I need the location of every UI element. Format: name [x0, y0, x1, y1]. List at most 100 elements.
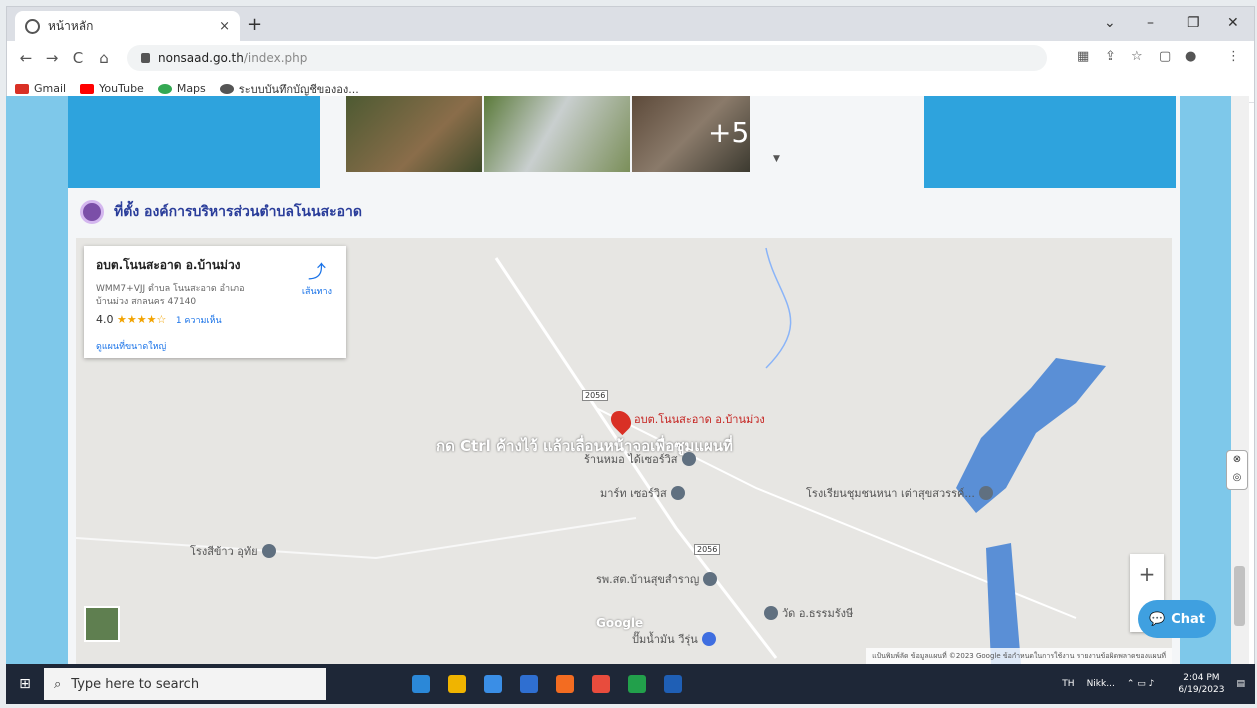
stream [765, 247, 792, 369]
translate-icon[interactable]: ▦ [1077, 49, 1089, 64]
zoom-hint-message: กด Ctrl ค้างไว้ แล้วเลื่อนหน้าจอเพื่อซูม… [436, 437, 733, 455]
bookmark-label: Gmail [34, 82, 67, 95]
map-pin[interactable]: วัด อ.ธรรมรังษี [764, 604, 853, 622]
bookmark-gmail[interactable]: Gmail [15, 82, 66, 95]
language-indicator[interactable]: TH [1062, 679, 1074, 689]
taskbar-app-icon[interactable] [406, 664, 436, 704]
road [76, 517, 637, 560]
clock-time: 2:04 PM [1183, 673, 1220, 683]
pin-icon [670, 486, 685, 500]
bookmark-youtube[interactable]: YouTube [80, 82, 144, 95]
caret-down-icon[interactable]: ▼ [773, 154, 780, 164]
taskbar-search-input[interactable]: ⌕ Type here to search [44, 668, 326, 700]
youtube-icon [80, 83, 95, 94]
url-path: /index.php [243, 51, 308, 65]
taskbar-app-icon[interactable] [622, 664, 652, 704]
gmail-icon [15, 83, 29, 94]
place-name: อบต.โนนสะอาด อ.บ้านม่วง [96, 258, 241, 272]
pin-icon [261, 544, 276, 558]
clock[interactable]: 2:04 PM 6/19/2023 [1166, 672, 1224, 696]
taskbar-app-icon[interactable] [586, 664, 616, 704]
reviews-link[interactable]: 1 ความเห็น [176, 316, 222, 326]
address-bar[interactable]: nonsaad.go.th /index.php [127, 45, 1047, 71]
bookmark-accounting[interactable]: ระบบบันทึกบัญชีขององ... [219, 80, 359, 98]
place-address: WMM7+VJJ ตำบล โนนสะอาด อำเภอ บ้านม่วง สก… [96, 284, 245, 307]
road-number: 2056 [582, 390, 609, 401]
forward-button[interactable]: → [39, 49, 65, 67]
taskbar-app-icon[interactable] [550, 664, 580, 704]
map-footer[interactable]: แป้นพิมพ์ลัด ข้อมูลแผนที่ ©2023 Google ข… [866, 648, 1172, 664]
tab-home[interactable]: หน้าหลัก × [15, 11, 240, 41]
photo-gallery[interactable] [346, 96, 756, 172]
scrollbar-thumb[interactable] [1234, 566, 1245, 626]
app-icon [628, 675, 646, 693]
directions-button[interactable]: ⤴ เส้นทาง [302, 258, 332, 298]
tab-title: หน้าหลัก [48, 18, 94, 33]
back-button[interactable]: ← [13, 49, 39, 67]
bookmark-label: Maps [176, 82, 206, 95]
pin-label: ปั๊มน้ำมัน วีรุ่น [632, 633, 698, 646]
gallery-photo[interactable] [484, 96, 630, 172]
map-pin[interactable]: ปั๊มน้ำมัน วีรุ่น [632, 630, 716, 648]
taskbar-app-icon[interactable] [478, 664, 508, 704]
profile-icon[interactable]: ● [1185, 49, 1196, 64]
menu-icon[interactable]: ⋮ [1227, 49, 1240, 64]
new-tab-button[interactable]: + [247, 14, 262, 35]
pin-label: โรงสีข้าว อุทัย [190, 545, 258, 558]
pin-icon [701, 632, 716, 646]
globe-icon [219, 83, 234, 94]
app-icon [484, 675, 502, 693]
lock-icon[interactable] [141, 53, 150, 63]
tray-icons[interactable]: ⌃ ▭ ♪ [1127, 679, 1155, 689]
side-widget[interactable]: ⊗ ◎ [1226, 450, 1248, 490]
google-map[interactable]: อบต.โนนสะอาด อ.บ้านม่วง WMM7+VJJ ตำบล โน… [76, 238, 1172, 664]
notification-icon[interactable]: ▤ [1236, 679, 1245, 689]
chat-label: Chat [1171, 611, 1205, 627]
side-panel-icon[interactable]: ▢ [1159, 49, 1171, 64]
pin-label: มาร์ท เซอร์วิส [600, 487, 667, 500]
gallery-photo[interactable] [346, 96, 482, 172]
windows-start-icon[interactable]: ⊞ [6, 664, 44, 704]
map-pin[interactable]: รพ.สต.บ้านสุขสำราญ [596, 570, 718, 588]
app-icon [448, 675, 466, 693]
zoom-in-button[interactable]: + [1139, 562, 1156, 586]
taskbar-app-icon[interactable] [658, 664, 688, 704]
home-button[interactable]: ⌂ [91, 49, 117, 67]
pin-label: วัด อ.ธรรมรังษี [782, 607, 854, 620]
close-tab-icon[interactable]: × [219, 19, 230, 34]
map-pin[interactable]: โรงสีข้าว อุทัย [190, 542, 276, 560]
app-icon [592, 675, 610, 693]
pin-icon [703, 572, 718, 586]
rating-value: 4.0 [96, 313, 114, 326]
map-pin[interactable]: โรงเรียนชุมชนหนา เต่าสุขสวรรค์... [806, 484, 993, 502]
clock-date: 6/19/2023 [1178, 685, 1225, 695]
app-icon [412, 675, 430, 693]
bookmark-maps[interactable]: Maps [157, 82, 206, 95]
place-rating: 4.0 ★★★★☆ 1 ความเห็น [96, 313, 334, 327]
bookmark-star-icon[interactable]: ☆ [1131, 49, 1143, 64]
search-icon: ⌕ [54, 676, 62, 692]
reload-button[interactable]: C [65, 49, 91, 67]
web-page: +5 ▼ ที่ตั้ง องค์การบริหารส่วนตำบลโนนสะอ… [6, 96, 1237, 664]
user-app-label[interactable]: Nikk... [1087, 679, 1115, 689]
taskbar-app-icon[interactable] [514, 664, 544, 704]
share-icon[interactable]: ⇪ [1105, 49, 1116, 64]
map-pin[interactable]: มาร์ท เซอร์วิส [600, 484, 685, 502]
satellite-layer-button[interactable] [84, 606, 120, 642]
red-marker-label[interactable]: อบต.โนนสะอาด อ.บ้านม่วง [634, 414, 765, 426]
more-photos-count[interactable]: +5 [708, 116, 749, 149]
app-icon [556, 675, 574, 693]
minimize-button[interactable]: – [1147, 15, 1154, 31]
close-window-button[interactable]: ✕ [1227, 15, 1239, 31]
tab-search-icon[interactable]: ⌄ [1104, 15, 1116, 31]
section-title: ที่ตั้ง องค์การบริหารส่วนตำบลโนนสะอาด [80, 200, 362, 224]
maximize-button[interactable]: ❐ [1187, 15, 1200, 31]
page-scrollbar[interactable] [1231, 96, 1249, 664]
chat-button[interactable]: 💬 Chat [1138, 600, 1216, 638]
place-info-card: อบต.โนนสะอาด อ.บ้านม่วง WMM7+VJJ ตำบล โน… [84, 246, 346, 358]
directions-icon: ⤴ [307, 262, 326, 283]
taskbar-app-icon[interactable] [442, 664, 472, 704]
view-larger-map-link[interactable]: ดูแผนที่ขนาดใหญ่ [96, 339, 334, 353]
directions-label: เส้นทาง [301, 287, 332, 297]
maps-icon [157, 83, 172, 94]
